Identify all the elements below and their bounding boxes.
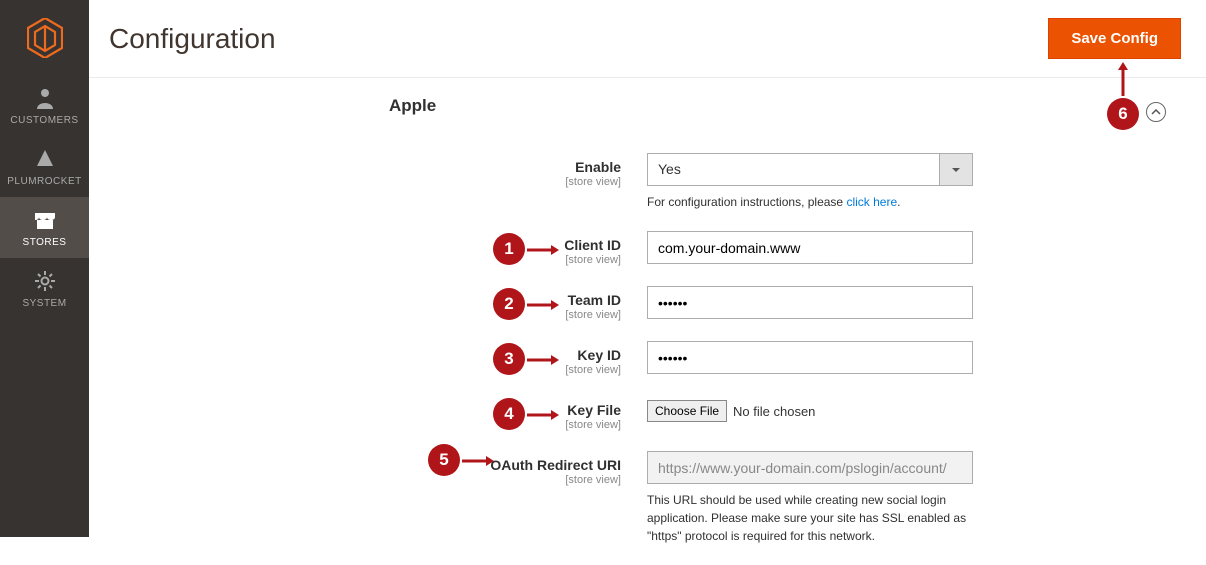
- annotation-arrow-4: [527, 409, 559, 421]
- nav-label: PLUMROCKET: [7, 176, 81, 187]
- magento-logo: [0, 0, 89, 75]
- annotation-marker-1: 1: [493, 233, 525, 265]
- scope-hint: [store view]: [89, 474, 621, 486]
- annotation-arrow-5: [462, 455, 494, 467]
- gear-icon: [33, 270, 57, 292]
- redirect-label: OAuth Redirect URI: [490, 457, 621, 473]
- key-file-label: Key File: [567, 402, 621, 418]
- chevron-up-icon: [1151, 106, 1161, 118]
- enable-value: Yes: [647, 153, 940, 186]
- annotation-marker-4: 4: [493, 398, 525, 430]
- dropdown-arrow-icon: [940, 153, 973, 186]
- collapse-toggle[interactable]: [1146, 102, 1166, 122]
- client-id-label: Client ID: [564, 237, 621, 253]
- section-title: Apple: [389, 96, 436, 116]
- team-id-label: Team ID: [568, 292, 621, 308]
- enable-note: For configuration instructions, please c…: [647, 193, 973, 211]
- choose-file-button[interactable]: Choose File: [647, 400, 727, 422]
- instructions-link[interactable]: click here: [846, 195, 897, 209]
- customers-icon: [33, 87, 57, 109]
- nav-plumrocket[interactable]: PLUMROCKET: [0, 136, 89, 197]
- nav-customers[interactable]: CUSTOMERS: [0, 75, 89, 136]
- enable-label: Enable: [575, 159, 621, 175]
- nav-label: SYSTEM: [22, 298, 66, 309]
- scope-hint: [store view]: [89, 176, 621, 188]
- key-id-label: Key ID: [577, 347, 621, 363]
- annotation-marker-2: 2: [493, 288, 525, 320]
- enable-select[interactable]: Yes: [647, 153, 973, 186]
- stores-icon: [33, 209, 57, 231]
- nav-label: STORES: [23, 237, 67, 248]
- row-key-file: Key File [store view] Choose File No fil…: [89, 396, 1206, 431]
- nav-stores[interactable]: STORES: [0, 197, 89, 258]
- file-status: No file chosen: [733, 404, 815, 419]
- row-redirect-uri: OAuth Redirect URI [store view] This URL…: [89, 451, 1206, 545]
- annotation-marker-6: 6: [1107, 98, 1139, 130]
- row-enable: Enable [store view] Yes For configuratio…: [89, 153, 1206, 211]
- page-header: Configuration Save Config: [89, 0, 1206, 78]
- plumrocket-icon: [33, 148, 57, 170]
- annotation-arrow-6: [1117, 62, 1129, 96]
- row-client-id: Client ID [store view]: [89, 231, 1206, 266]
- key-id-input[interactable]: [647, 341, 973, 374]
- annotation-marker-5: 5: [428, 444, 460, 476]
- nav-system[interactable]: SYSTEM: [0, 258, 89, 319]
- admin-sidebar: CUSTOMERS PLUMROCKET STORES SYSTEM: [0, 0, 89, 537]
- annotation-marker-3: 3: [493, 343, 525, 375]
- client-id-input[interactable]: [647, 231, 973, 264]
- annotation-arrow-3: [527, 354, 559, 366]
- row-key-id: Key ID [store view]: [89, 341, 1206, 376]
- annotation-arrow-1: [527, 244, 559, 256]
- redirect-uri-input: [647, 451, 973, 484]
- row-team-id: Team ID [store view]: [89, 286, 1206, 321]
- page-title: Configuration: [109, 23, 276, 55]
- annotation-arrow-2: [527, 299, 559, 311]
- team-id-input[interactable]: [647, 286, 973, 319]
- config-content: Apple Enable [store view] Yes: [89, 78, 1206, 88]
- save-config-button[interactable]: Save Config: [1048, 18, 1181, 59]
- nav-label: CUSTOMERS: [10, 115, 78, 126]
